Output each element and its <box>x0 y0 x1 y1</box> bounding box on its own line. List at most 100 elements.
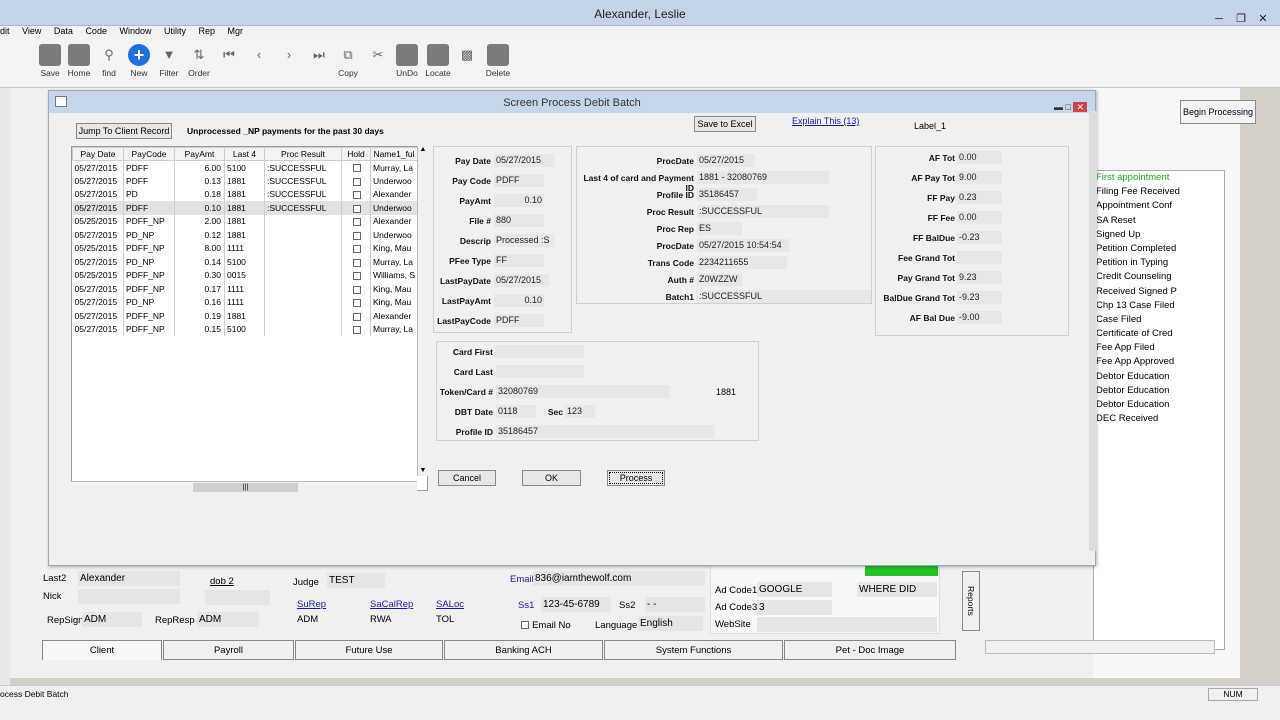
jump-to-client-button[interactable]: Jump To Client Record <box>76 123 172 139</box>
table-row[interactable]: 05/25/2015 PDFF_NP 0.30 0015 Williams, S <box>72 268 418 282</box>
tab-banking-ach[interactable]: Banking ACH <box>444 640 603 660</box>
list-item[interactable]: Credit Counseling <box>1094 270 1224 284</box>
pay-date-field[interactable]: 05/27/2015 <box>494 154 554 167</box>
hold-checkbox[interactable] <box>353 272 361 280</box>
explain-this-link[interactable]: Explain This (13) <box>792 116 859 126</box>
sec-field[interactable]: 123 <box>565 405 595 418</box>
hold-checkbox[interactable] <box>353 258 361 267</box>
hold-checkbox[interactable] <box>353 177 361 186</box>
trans-code-field[interactable]: 2234211655 <box>697 256 787 269</box>
pfee-type-field[interactable]: FF <box>494 254 544 267</box>
right-horizontal-scrollbar[interactable] <box>985 640 1215 654</box>
ff-pay-field[interactable]: 0.23 <box>957 191 1002 204</box>
list-item[interactable]: Case Filed <box>1094 313 1224 327</box>
repsign-field[interactable]: ADM <box>82 612 142 627</box>
list-item[interactable]: Debtor Education <box>1094 384 1224 398</box>
list-item[interactable]: Signed Up <box>1094 228 1224 242</box>
table-row[interactable]: 05/27/2015 PDFF 0.13 1881:SUCCESSFUL Underwo… <box>72 174 418 188</box>
proc-profile-id-field[interactable]: 35186457 <box>697 188 757 201</box>
save-to-excel-button[interactable]: Save to Excel <box>694 116 756 132</box>
adcode1-field[interactable]: GOOGLE <box>757 582 832 597</box>
dialog-minimize-icon[interactable]: ▬ <box>1054 102 1063 112</box>
af-pay-tot-field[interactable]: 9.00 <box>957 171 1002 184</box>
grid-header-cell[interactable]: Pay Date <box>72 147 124 161</box>
list-item[interactable]: SA Reset <box>1094 214 1224 228</box>
last-pay-code-field[interactable]: PDFF <box>494 314 544 327</box>
af-bal-due-field[interactable]: -9.00 <box>957 311 1002 324</box>
token-card-field[interactable]: 32080769 <box>496 385 670 398</box>
table-row[interactable]: 05/27/2015 PDFF 0.10 1881:SUCCESSFUL Underwo… <box>72 201 418 215</box>
descrip-field[interactable]: Processed :S <box>494 234 554 247</box>
grid-header-cell[interactable]: PayCode <box>123 147 175 161</box>
table-row[interactable]: 05/27/2015 PDFF 6.00 5100:SUCCESSFUL Murray,… <box>72 160 418 174</box>
list-item[interactable]: Debtor Education <box>1094 370 1224 384</box>
menu-item-window[interactable]: Window <box>119 26 151 36</box>
hold-checkbox[interactable] <box>353 218 361 226</box>
scroll-up-icon[interactable]: ▲ <box>418 146 428 153</box>
hold-checkbox[interactable] <box>353 245 361 253</box>
table-row[interactable]: 05/27/2015 PDFF_NP 0.19 1881 Alexander <box>72 309 418 323</box>
ff-baldue-field[interactable]: -0.23 <box>957 231 1002 244</box>
hold-checkbox[interactable] <box>353 285 361 294</box>
table-row[interactable]: 05/25/2015 PDFF_NP 2.00 1881 Alexander <box>72 214 418 228</box>
last-pay-amt-field[interactable]: 0.10 <box>494 294 544 307</box>
card-profile-id-field[interactable]: 35186457 <box>496 425 714 438</box>
surep-label[interactable]: SuRep <box>297 599 326 610</box>
grid-scroll-thumb[interactable]: ||| <box>193 483 298 492</box>
menu-item-code[interactable]: Code <box>85 26 107 36</box>
sacalrep-label[interactable]: SaCalRep <box>370 599 413 610</box>
close-icon[interactable]: ✕ <box>1252 11 1274 27</box>
proc-datetime-field[interactable]: 05/27/2015 10:54:54 <box>697 239 789 252</box>
process-button[interactable]: Process <box>607 470 665 486</box>
table-row[interactable]: 05/27/2015 PD_NP 0.14 5100 Murray, La <box>72 255 418 269</box>
list-item[interactable]: Fee App Approved <box>1094 355 1224 369</box>
pay-code-field[interactable]: PDFF <box>494 174 544 187</box>
email-field[interactable]: 836@iamthewolf.com <box>533 571 705 586</box>
judge-field[interactable]: TEST <box>327 573 385 588</box>
hold-checkbox[interactable] <box>353 326 361 334</box>
list-item[interactable]: Filing Fee Received <box>1094 185 1224 199</box>
grid-header-cell[interactable]: Last 4 <box>224 147 265 161</box>
hold-checkbox[interactable] <box>353 299 361 307</box>
pay-grand-tot-field[interactable]: 9.23 <box>957 271 1002 284</box>
reports-tab[interactable]: Reports <box>962 571 980 631</box>
grid-header-cell[interactable]: Hold <box>341 147 371 161</box>
grid-vertical-scrollbar[interactable]: ▲ ▼ <box>417 146 428 476</box>
website-field[interactable] <box>757 617 937 632</box>
menu-item-rep[interactable]: Rep <box>199 26 216 36</box>
auth-number-field[interactable]: Z0WZZW <box>697 273 742 286</box>
dob2-label[interactable]: dob 2 <box>210 576 234 587</box>
last4-payment-id-field[interactable]: 1881 - 32080769 <box>697 171 829 184</box>
dialog-restore-icon[interactable]: □ <box>1066 102 1071 112</box>
saloc-label[interactable]: SALoc <box>436 599 464 610</box>
table-row[interactable]: 05/27/2015 PD 0.18 1881:SUCCESSFUL Alexander <box>72 187 418 201</box>
proc-date-field[interactable]: 05/27/2015 <box>697 154 755 167</box>
af-tot-field[interactable]: 0.00 <box>957 151 1002 164</box>
dob2-field[interactable] <box>205 590 270 605</box>
proc-result-field[interactable]: :SUCCESSFUL <box>697 205 829 218</box>
table-row[interactable]: 05/27/2015 PDFF_NP 0.17 1111 King, Mau <box>72 282 418 296</box>
email-no-checkbox[interactable]: Email No <box>521 619 571 631</box>
table-row[interactable]: 05/27/2015 PD_NP 0.12 1881 Underwoo <box>72 228 418 242</box>
ss1-field[interactable]: 123-45-6789 <box>541 597 611 612</box>
ok-button[interactable]: OK <box>522 470 581 486</box>
status-history-list[interactable]: First appointment Filing Fee Received Appo… <box>1093 170 1225 650</box>
last2-field[interactable]: Alexander <box>78 571 180 586</box>
ff-fee-field[interactable]: 0.00 <box>957 211 1002 224</box>
table-row[interactable]: 05/27/2015 PD_NP 0.16 1111 King, Mau <box>72 295 418 309</box>
hold-checkbox[interactable] <box>353 164 361 173</box>
pay-amt-field[interactable]: 0.10 <box>494 194 544 207</box>
menu-item-data[interactable]: Data <box>54 26 73 36</box>
last-pay-date-field[interactable]: 05/27/2015 <box>494 274 549 287</box>
table-row[interactable]: 05/27/2015 PDFF_NP 0.15 5100 Murray, La <box>72 322 418 336</box>
hold-checkbox[interactable] <box>353 231 361 240</box>
menu-item-utility[interactable]: Utility <box>164 26 186 36</box>
nick-field[interactable] <box>78 589 180 604</box>
grid-horizontal-scrollbar[interactable]: ||| <box>71 481 417 492</box>
table-row[interactable]: 05/25/2015 PDFF_NP 8.00 1111 King, Mau <box>72 241 418 255</box>
tab-system-functions[interactable]: System Functions <box>604 640 783 660</box>
proc-rep-field[interactable]: ES <box>697 222 742 235</box>
baldue-grand-tot-field[interactable]: -9.23 <box>957 291 1002 304</box>
tab-client[interactable]: Client <box>42 640 162 660</box>
language-field[interactable]: English <box>638 616 703 631</box>
